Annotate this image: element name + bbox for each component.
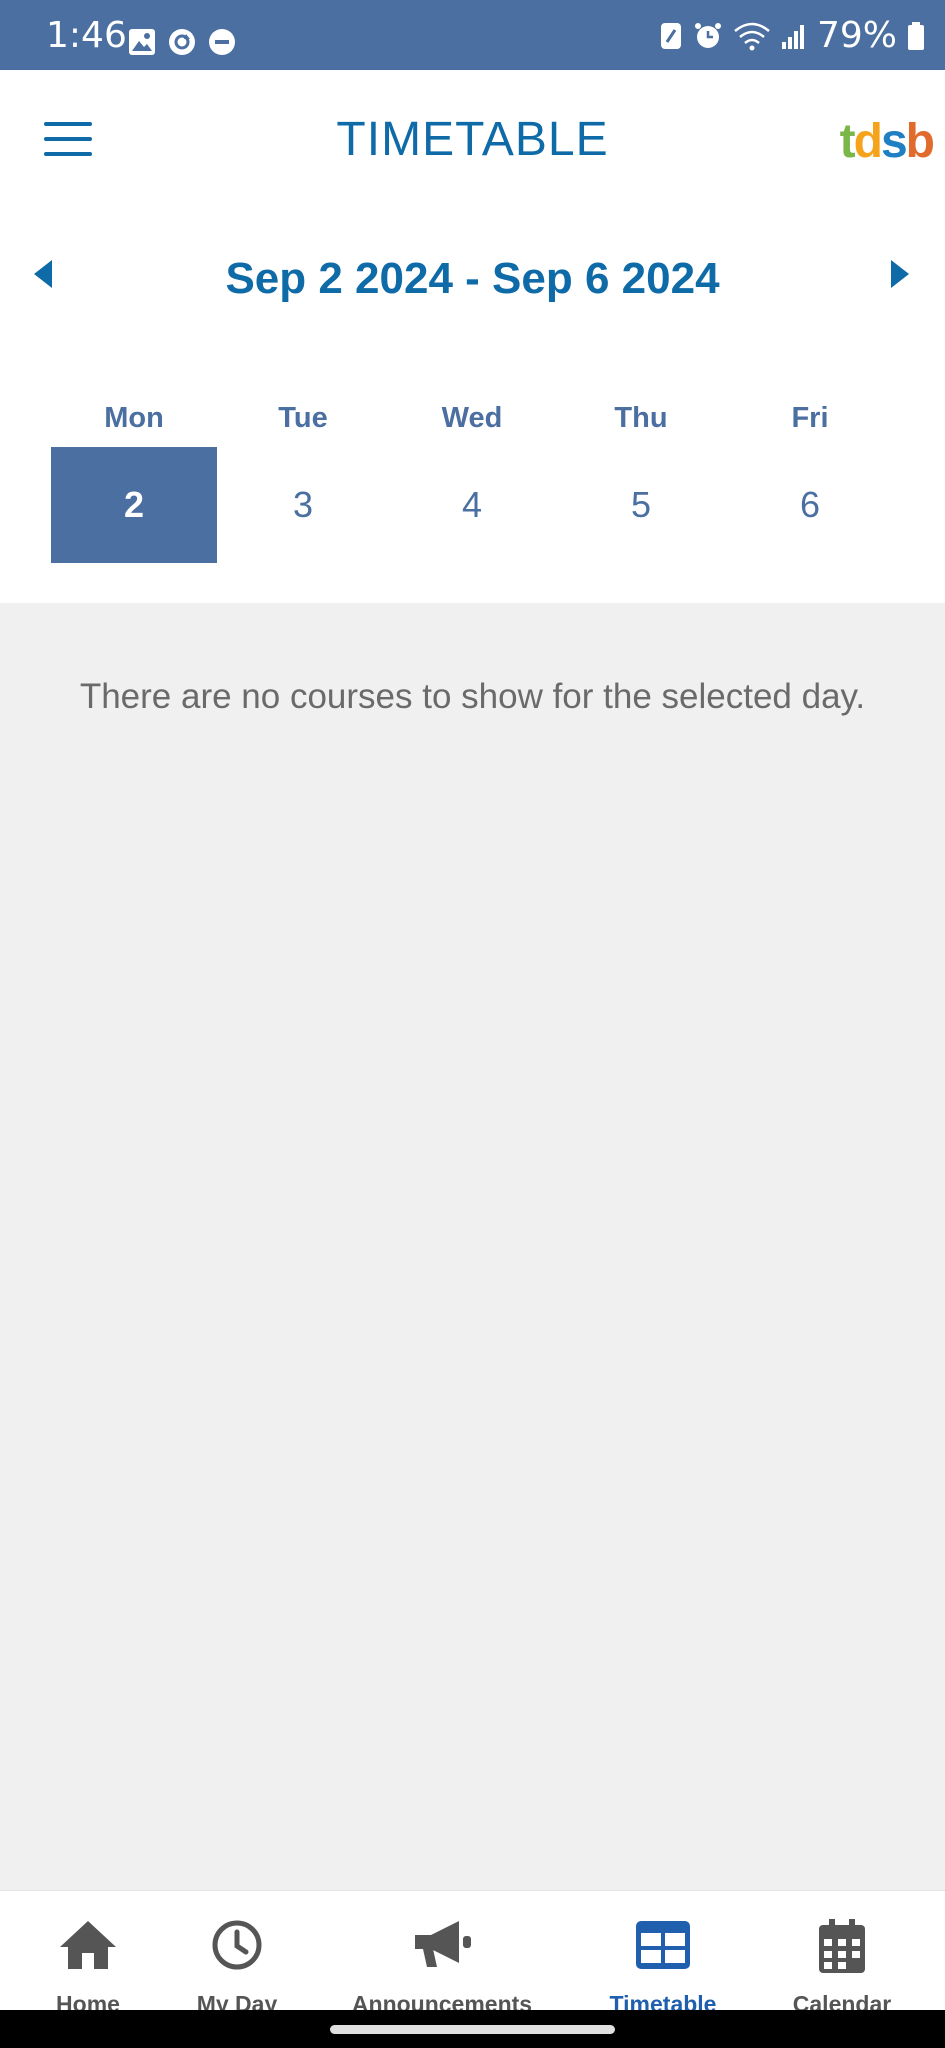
nav-my-day[interactable]: My Day	[170, 1891, 304, 2017]
next-week-icon[interactable]	[881, 254, 921, 294]
home-gesture-pill[interactable]	[330, 2025, 615, 2034]
day-name-mon: Mon	[104, 402, 164, 434]
home-icon	[60, 1921, 116, 1969]
tdsb-logo: tdsb	[839, 115, 935, 168]
system-navigation-bar	[0, 2010, 945, 2048]
day-cell-tue[interactable]: 3	[220, 447, 386, 563]
battery-percent: 79%	[816, 15, 897, 56]
app-header: TIMETABLE tdsb	[0, 70, 945, 208]
nav-announcements[interactable]: Announcements	[340, 1891, 544, 2017]
status-notification-icons	[128, 28, 236, 56]
status-time: 1:46	[46, 15, 127, 56]
day-name-tue: Tue	[278, 402, 328, 434]
week-selector: Sep 2 2024 - Sep 6 2024 Mon Tue Wed Thu …	[0, 208, 945, 603]
status-system-icons: 79%	[659, 18, 925, 54]
empty-state-message: There are no courses to show for the sel…	[79, 677, 866, 716]
page-title: TIMETABLE	[336, 113, 609, 166]
day-cell-thu[interactable]: 5	[558, 447, 724, 563]
nfc-icon	[660, 23, 681, 49]
wifi-icon	[734, 22, 770, 51]
image-icon	[129, 29, 155, 55]
bottom-nav: Home My Day Announcements Timetable Cale…	[0, 1890, 945, 2017]
day-name-wed: Wed	[441, 402, 503, 434]
alarm-icon	[694, 23, 721, 48]
nav-home[interactable]: Home	[22, 1891, 154, 2017]
week-range: Sep 2 2024 - Sep 6 2024	[225, 254, 720, 303]
clock-icon	[212, 1920, 262, 1970]
nav-timetable[interactable]: Timetable	[594, 1891, 732, 2017]
day-name-fri: Fri	[791, 402, 829, 434]
calendar-icon	[819, 1919, 865, 1973]
timetable-icon	[636, 1921, 690, 1969]
do-not-disturb-icon	[209, 29, 235, 55]
signal-icon	[781, 25, 804, 49]
day-cell-wed[interactable]: 4	[389, 447, 555, 563]
nav-calendar[interactable]: Calendar	[776, 1891, 908, 2017]
status-bar: 1:46 79%	[0, 0, 945, 70]
battery-icon	[908, 22, 924, 50]
day-cell-fri[interactable]: 6	[727, 447, 893, 563]
day-name-thu: Thu	[614, 402, 668, 434]
day-cell-mon[interactable]: 2	[51, 447, 217, 563]
megaphone-icon	[415, 1921, 471, 1967]
sync-icon	[169, 29, 195, 55]
